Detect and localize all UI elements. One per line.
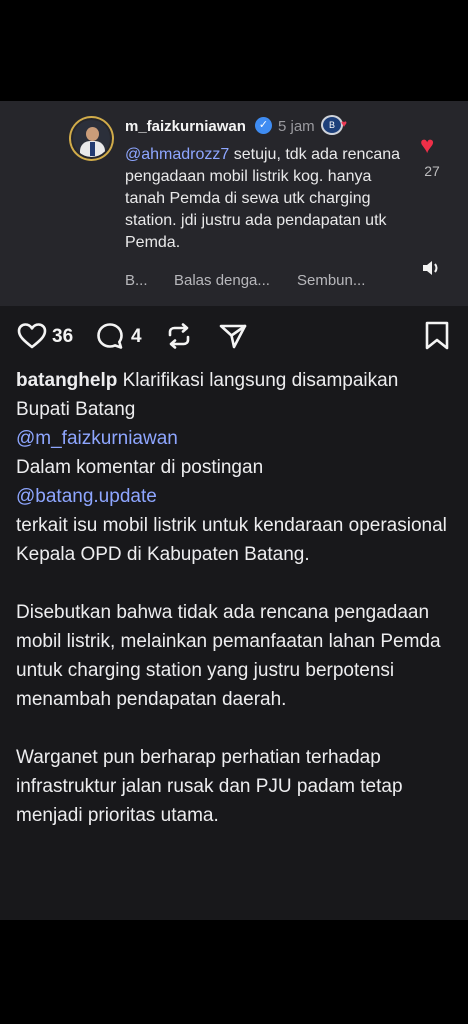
post-username[interactable]: batanghelp — [16, 370, 117, 391]
hide-button[interactable]: Sembun... — [297, 272, 365, 289]
verified-icon: ✓ — [255, 117, 272, 134]
post-mention-2[interactable]: @batang.update — [16, 486, 157, 507]
speaker-icon[interactable] — [421, 259, 441, 277]
bookmark-icon[interactable] — [423, 320, 451, 352]
comment-username[interactable]: m_faizkurniawan — [125, 118, 246, 135]
reply-button[interactable]: Balas denga... — [174, 272, 270, 289]
commenter-avatar[interactable] — [69, 116, 114, 161]
comment-action-1[interactable]: B... — [125, 272, 148, 289]
post-toolbar: 36 4 — [0, 320, 468, 354]
post-mention-1[interactable]: @m_faizkurniawan — [16, 428, 178, 449]
heart-icon[interactable] — [16, 320, 48, 352]
post-like-count: 36 — [52, 326, 74, 347]
post-comment-count: 4 — [131, 326, 142, 347]
comment-text: @ahmadrozz7 setuju, tdk ada rencana peng… — [125, 144, 405, 254]
comment-icon[interactable] — [94, 320, 126, 352]
share-icon[interactable] — [217, 320, 249, 352]
comment-time: 5 jam — [278, 118, 315, 135]
post-paragraph-3: Warganet pun berharap perhatian terhadap… — [16, 747, 403, 826]
creator-heart-icon: ♥ — [341, 119, 347, 130]
creator-badge-icon: B — [321, 115, 343, 135]
post-paragraph-2: Disebutkan bahwa tidak ada rencana penga… — [16, 602, 441, 710]
repost-icon[interactable] — [163, 320, 195, 352]
post-line-3: terkait isu mobil listrik untuk kendaraa… — [16, 515, 447, 565]
post-line-2: Dalam komentar di postingan — [16, 457, 264, 478]
post-caption: batanghelp Klarifikasi langsung disampai… — [16, 366, 456, 830]
comment-like-heart-icon[interactable]: ♥ — [420, 134, 434, 158]
comment-like-count: 27 — [424, 163, 440, 179]
comment-mention[interactable]: @ahmadrozz7 — [125, 146, 229, 163]
